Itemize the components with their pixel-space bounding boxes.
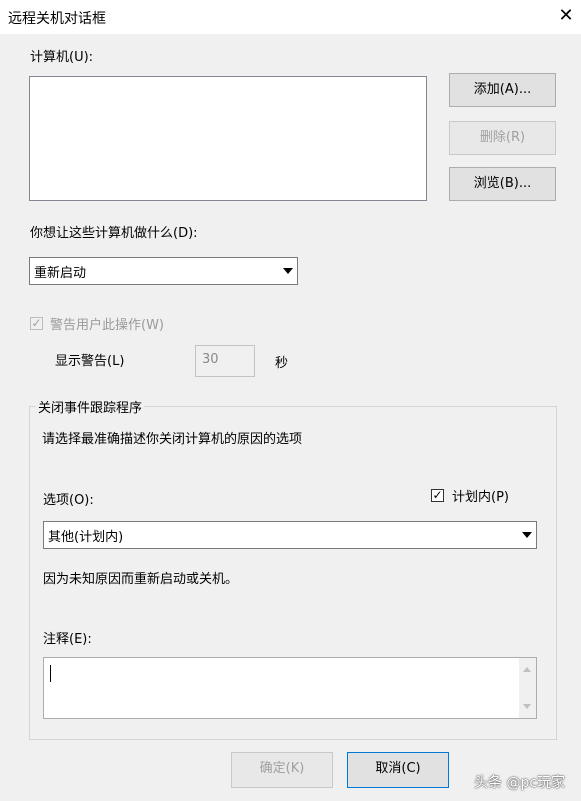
planned-checkbox[interactable]: ✓ — [431, 489, 444, 502]
chevron-down-icon[interactable] — [517, 523, 535, 547]
computers-label: 计算机(U): — [30, 50, 94, 65]
comment-scrollbar[interactable] — [519, 658, 536, 718]
scroll-down-icon[interactable] — [523, 704, 531, 709]
planned-label: 计划内(P) — [452, 490, 509, 505]
warning-seconds-value: 30 — [202, 352, 219, 367]
option-label: 选项(O): — [43, 493, 94, 508]
watermark: 头条 @pc玩家 — [474, 775, 566, 791]
scroll-up-icon[interactable] — [523, 667, 531, 672]
reason-dropdown[interactable]: 其他(计划内) — [43, 521, 537, 549]
cancel-button[interactable]: 取消(C) — [347, 752, 449, 788]
reason-description: 因为未知原因而重新启动或关机。 — [43, 572, 239, 587]
tracker-instruction: 请选择最准确描述你关闭计算机的原因的选项 — [42, 432, 303, 447]
action-label: 你想让这些计算机做什么(D): — [30, 226, 198, 241]
ok-button[interactable]: 确定(K) — [231, 752, 333, 788]
action-dropdown[interactable]: 重新启动 — [29, 257, 298, 285]
close-icon[interactable]: ✕ — [556, 4, 576, 28]
remove-button[interactable]: 删除(R) — [449, 121, 556, 155]
event-tracker-group-label: 关闭事件跟踪程序 — [36, 397, 145, 416]
browse-button[interactable]: 浏览(B)... — [449, 167, 556, 201]
text-caret — [50, 665, 51, 682]
warning-seconds-input[interactable]: 30 — [195, 345, 255, 377]
computers-listbox[interactable] — [29, 76, 427, 201]
window-title: 远程关机对话框 — [8, 11, 106, 27]
comment-label: 注释(E): — [43, 632, 92, 647]
add-button[interactable]: 添加(A)... — [449, 73, 556, 107]
seconds-unit-label: 秒 — [275, 356, 289, 371]
action-selected-value: 重新启动 — [34, 266, 87, 281]
warn-users-checkbox[interactable]: ✓ — [30, 317, 43, 330]
comment-textarea[interactable] — [43, 657, 537, 719]
reason-selected-value: 其他(计划内) — [48, 530, 124, 545]
warn-users-label: 警告用户此操作(W) — [50, 318, 164, 333]
chevron-down-icon[interactable] — [278, 259, 296, 283]
display-warning-label: 显示警告(L) — [55, 354, 125, 369]
